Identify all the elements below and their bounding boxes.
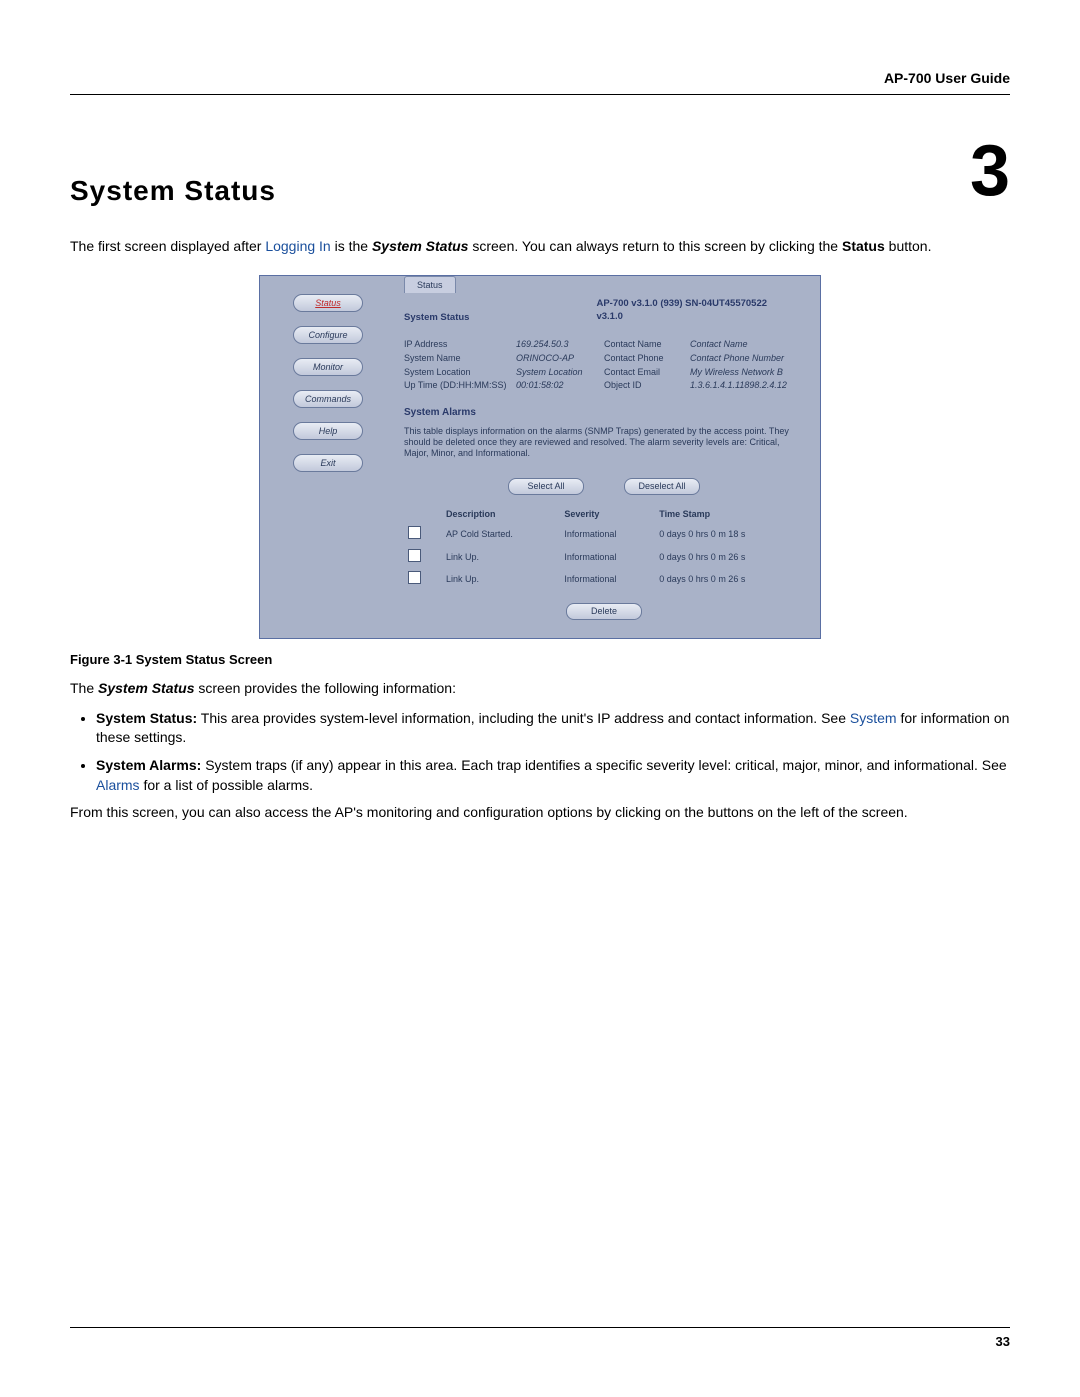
version-sub: v3.1.0 xyxy=(596,310,804,323)
b2-text: System traps (if any) appear in this are… xyxy=(201,757,1006,773)
value-sysname: ORINOCO-AP xyxy=(516,352,583,365)
intro-part3: screen. You can always return to this sc… xyxy=(468,238,842,254)
value-sysloc: System Location xyxy=(516,366,583,379)
delete-button[interactable]: Delete xyxy=(566,603,642,620)
label-sysloc: System Location xyxy=(404,366,508,379)
system-status-heading: System Status xyxy=(404,311,596,324)
bullet-system-status: System Status: This area provides system… xyxy=(96,709,1010,748)
row-checkbox[interactable] xyxy=(408,571,421,584)
row-desc: Link Up. xyxy=(442,546,560,569)
row-checkbox[interactable] xyxy=(408,549,421,562)
value-cemail: My Wireless Network B xyxy=(690,366,787,379)
para-from-screen: From this screen, you can also access th… xyxy=(70,803,1010,823)
screenshot-figure: Status Configure Monitor Commands Help E… xyxy=(259,275,821,639)
b1-label: System Status: xyxy=(96,710,197,726)
status-bold: Status xyxy=(842,238,885,254)
table-row: Link Up. Informational 0 days 0 hrs 0 m … xyxy=(404,546,804,569)
sidebar-help-button[interactable]: Help xyxy=(293,422,363,440)
b1-text: This area provides system-level informat… xyxy=(197,710,850,726)
alarms-table: Description Severity Time Stamp AP Cold … xyxy=(404,505,804,591)
label-oid: Object ID xyxy=(604,379,682,392)
version-line: AP-700 v3.1.0 (939) SN-04UT45570522 xyxy=(596,297,804,310)
screenshot-sidebar: Status Configure Monitor Commands Help E… xyxy=(260,276,396,638)
header-guide-title: AP-700 User Guide xyxy=(70,70,1010,95)
sidebar-exit-button[interactable]: Exit xyxy=(293,454,363,472)
label-cemail: Contact Email xyxy=(604,366,682,379)
intro-part2: is the xyxy=(331,238,372,254)
row-sev: Informational xyxy=(560,568,655,591)
chapter-title: System Status xyxy=(70,175,276,207)
label-ip: IP Address xyxy=(404,338,508,351)
th-description: Description xyxy=(442,505,560,524)
row-desc: AP Cold Started. xyxy=(442,523,560,546)
p2-em: System Status xyxy=(98,680,194,696)
value-uptime: 00:01:58:02 xyxy=(516,379,583,392)
select-all-button[interactable]: Select All xyxy=(508,478,584,495)
row-sev: Informational xyxy=(560,546,655,569)
row-checkbox[interactable] xyxy=(408,526,421,539)
row-desc: Link Up. xyxy=(442,568,560,591)
value-cphone: Contact Phone Number xyxy=(690,352,787,365)
sidebar-configure-button[interactable]: Configure xyxy=(293,326,363,344)
system-status-em: System Status xyxy=(372,238,468,254)
row-ts: 0 days 0 hrs 0 m 26 s xyxy=(655,568,804,591)
page-number: 33 xyxy=(70,1327,1010,1349)
row-sev: Informational xyxy=(560,523,655,546)
intro-part1: The first screen displayed after xyxy=(70,238,265,254)
table-row: Link Up. Informational 0 days 0 hrs 0 m … xyxy=(404,568,804,591)
chapter-number: 3 xyxy=(970,135,1010,207)
alarms-link[interactable]: Alarms xyxy=(96,777,140,793)
intro-paragraph: The first screen displayed after Logging… xyxy=(70,237,1010,257)
system-alarms-heading: System Alarms xyxy=(404,406,804,420)
table-row: AP Cold Started. Informational 0 days 0 … xyxy=(404,523,804,546)
p2-part2: screen provides the following informatio… xyxy=(195,680,456,696)
label-sysname: System Name xyxy=(404,352,508,365)
row-ts: 0 days 0 hrs 0 m 18 s xyxy=(655,523,804,546)
sidebar-monitor-button[interactable]: Monitor xyxy=(293,358,363,376)
b2-tail: for a list of possible alarms. xyxy=(140,777,314,793)
para-provides: The System Status screen provides the fo… xyxy=(70,679,1010,699)
sidebar-commands-button[interactable]: Commands xyxy=(293,390,363,408)
figure-caption: Figure 3-1 System Status Screen xyxy=(70,651,1010,669)
b2-label: System Alarms: xyxy=(96,757,201,773)
th-timestamp: Time Stamp xyxy=(655,505,804,524)
status-tab[interactable]: Status xyxy=(404,276,456,294)
system-link[interactable]: System xyxy=(850,710,897,726)
deselect-all-button[interactable]: Deselect All xyxy=(624,478,700,495)
label-cname: Contact Name xyxy=(604,338,682,351)
value-oid: 1.3.6.1.4.1.11898.2.4.12 xyxy=(690,379,787,392)
p2-part1: The xyxy=(70,680,98,696)
value-cname: Contact Name xyxy=(690,338,787,351)
alarms-description: This table displays information on the a… xyxy=(404,426,804,460)
bullet-system-alarms: System Alarms: System traps (if any) app… xyxy=(96,756,1010,795)
logging-in-link[interactable]: Logging In xyxy=(265,238,330,254)
sidebar-status-button[interactable]: Status xyxy=(293,294,363,312)
label-uptime: Up Time (DD:HH:MM:SS) xyxy=(404,379,508,392)
row-ts: 0 days 0 hrs 0 m 26 s xyxy=(655,546,804,569)
value-ip: 169.254.50.3 xyxy=(516,338,583,351)
label-cphone: Contact Phone xyxy=(604,352,682,365)
intro-part4: button. xyxy=(885,238,932,254)
th-severity: Severity xyxy=(560,505,655,524)
